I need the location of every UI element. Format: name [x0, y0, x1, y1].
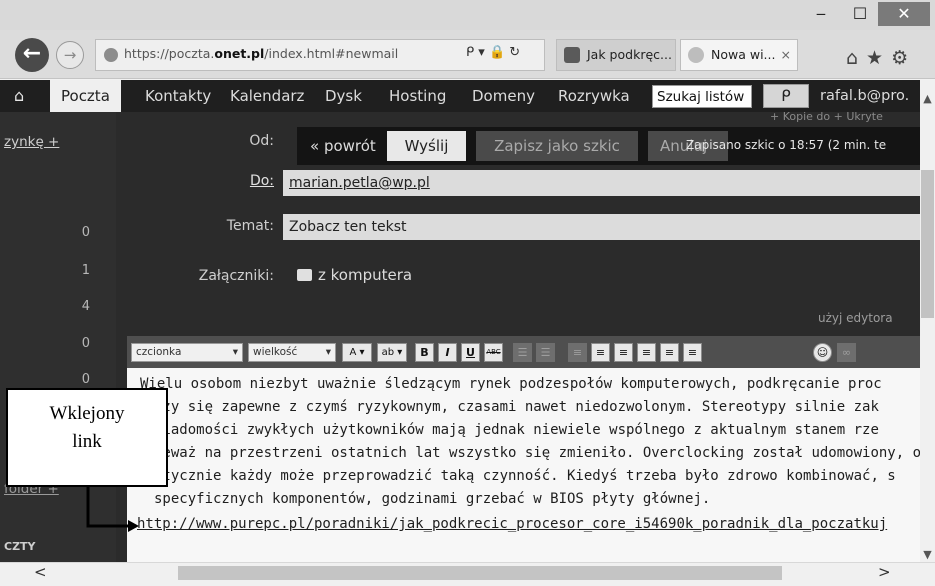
callout-line-2: link: [72, 431, 102, 452]
callout-arrow: [86, 487, 139, 532]
browser-window: ‒ ☐ ✕ ← → https://poczta.onet.pl/index.h…: [0, 0, 935, 586]
annotation-callout: Wklejony link: [6, 388, 168, 487]
callout-line-1: Wklejony: [49, 403, 125, 424]
